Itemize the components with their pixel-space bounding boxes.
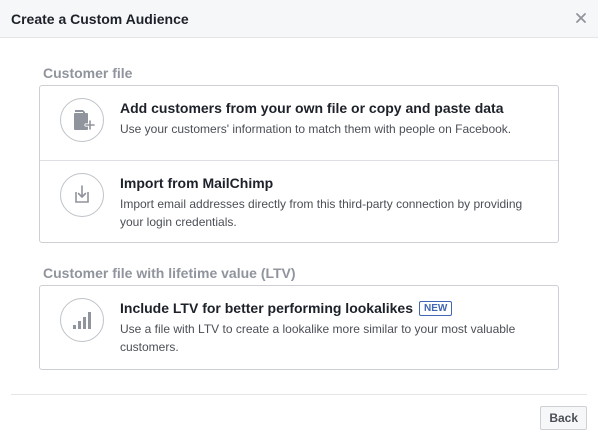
footer-divider bbox=[11, 394, 587, 395]
option-title: Include LTV for better performing lookal… bbox=[120, 300, 414, 316]
option-title: Import from MailChimp bbox=[120, 175, 274, 191]
close-icon[interactable] bbox=[574, 11, 588, 25]
dialog-header: Create a Custom Audience bbox=[0, 0, 598, 38]
custom-audience-dialog: Create a Custom Audience Customer file A… bbox=[0, 0, 598, 442]
option-include-ltv[interactable]: Include LTV for better performing lookal… bbox=[40, 286, 558, 369]
new-badge: NEW bbox=[419, 301, 453, 316]
option-import-mailchimp[interactable]: Import from MailChimp Import email addre… bbox=[40, 160, 558, 242]
dialog-title: Create a Custom Audience bbox=[11, 11, 189, 27]
section-label-customer-file: Customer file bbox=[43, 65, 133, 81]
option-add-customers-from-file[interactable]: Add customers from your own file or copy… bbox=[40, 86, 558, 160]
option-description: Import email addresses directly from thi… bbox=[120, 197, 523, 229]
customer-file-options: Add customers from your own file or copy… bbox=[39, 85, 559, 243]
option-description: Use your customers' information to match… bbox=[120, 122, 512, 136]
section-label-customer-file-ltv: Customer file with lifetime value (LTV) bbox=[43, 265, 296, 281]
option-title: Add customers from your own file or copy… bbox=[120, 100, 504, 116]
bar-chart-icon bbox=[60, 298, 104, 342]
back-button[interactable]: Back bbox=[540, 406, 587, 430]
option-title-row: Include LTV for better performing lookal… bbox=[120, 299, 453, 317]
customer-file-ltv-options: Include LTV for better performing lookal… bbox=[39, 285, 559, 370]
import-icon bbox=[60, 173, 104, 217]
file-add-icon bbox=[60, 98, 104, 142]
option-description: Use a file with LTV to create a lookalik… bbox=[120, 322, 516, 354]
